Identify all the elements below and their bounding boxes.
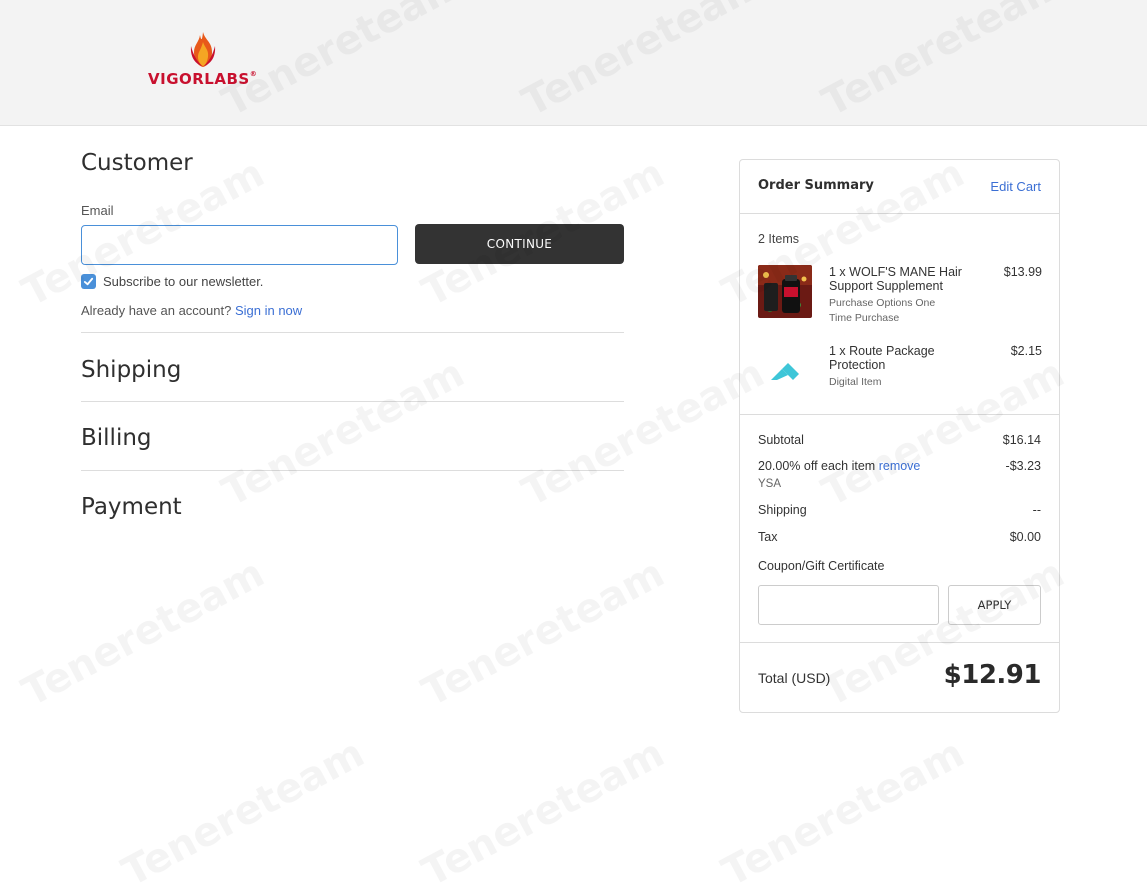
- shipping-label: Shipping: [758, 503, 807, 517]
- watermark-text: Tenereteam: [715, 730, 972, 885]
- sign-in-link[interactable]: Sign in now: [235, 303, 302, 318]
- newsletter-option: Subscribe to our newsletter.: [81, 274, 263, 289]
- item-name: 1 x WOLF'S MANE Hair Support Supplement: [829, 265, 962, 293]
- watermark-text: Tenereteam: [515, 350, 772, 516]
- site-header: VIGORLABS®: [0, 0, 1147, 126]
- order-summary-title: Order Summary: [758, 178, 874, 193]
- divider: [81, 332, 624, 333]
- remove-discount-link[interactable]: remove: [879, 459, 921, 473]
- watermark-text: Tenereteam: [215, 350, 472, 516]
- order-summary: Order Summary Edit Cart 2 Items 1 x WOLF…: [739, 159, 1060, 713]
- continue-button[interactable]: CONTINUE: [415, 224, 624, 264]
- email-field[interactable]: [81, 225, 398, 265]
- total-label: Total (USD): [758, 670, 831, 686]
- discount-label: 20.00% off each item remove: [758, 459, 921, 473]
- coupon-label: Coupon/Gift Certificate: [758, 559, 885, 573]
- items-count: 2 Items: [758, 232, 799, 246]
- product-thumbnail: [758, 265, 812, 318]
- billing-heading: Billing: [81, 425, 152, 451]
- coupon-input[interactable]: [758, 585, 939, 625]
- apply-coupon-button[interactable]: APPLY: [948, 585, 1041, 625]
- divider: [81, 470, 624, 471]
- item-price: $2.15: [1010, 344, 1042, 358]
- newsletter-label: Subscribe to our newsletter.: [103, 274, 264, 289]
- cart-item: 1 x Route Package Protection Digital Ite…: [758, 344, 1042, 394]
- divider: [740, 414, 1059, 415]
- vigorlabs-logo[interactable]: VIGORLABS®: [148, 32, 268, 88]
- tax-value: $0.00: [1009, 530, 1041, 544]
- subtotal-value: $16.14: [1002, 433, 1041, 447]
- divider: [81, 401, 624, 402]
- item-price: $13.99: [1003, 265, 1042, 279]
- newsletter-checkbox[interactable]: [81, 274, 96, 289]
- shipping-value: --: [1032, 503, 1041, 517]
- payment-heading: Payment: [81, 494, 182, 520]
- email-label: Email: [81, 203, 114, 218]
- watermark-text: Tenereteam: [115, 730, 372, 885]
- customer-heading: Customer: [81, 150, 193, 176]
- item-name: 1 x Route Package Protection: [829, 344, 935, 372]
- edit-cart-link[interactable]: Edit Cart: [990, 179, 1041, 194]
- discount-value: -$3.23: [1005, 459, 1041, 473]
- watermark-text: Tenereteam: [415, 730, 672, 885]
- flame-icon: [190, 32, 216, 67]
- item-option: Digital Item: [829, 376, 882, 388]
- discount-code: YSA: [758, 478, 782, 490]
- subtotal-label: Subtotal: [758, 433, 804, 447]
- watermark-text: Tenereteam: [415, 550, 672, 716]
- order-summary-header: Order Summary Edit Cart: [740, 160, 1059, 214]
- checkmark-icon: [83, 277, 94, 286]
- shipping-heading: Shipping: [81, 357, 182, 383]
- item-option: Purchase Options One Time Purchase: [829, 297, 936, 324]
- sign-in-prompt: Already have an account? Sign in now: [81, 303, 303, 318]
- watermark-text: Tenereteam: [15, 550, 272, 716]
- logo-wordmark: VIGORLABS®: [148, 70, 258, 88]
- cart-item: 1 x WOLF'S MANE Hair Support Supplement …: [758, 265, 1042, 325]
- tax-label: Tax: [758, 530, 778, 544]
- route-logo-icon: [758, 344, 812, 397]
- divider: [740, 642, 1059, 643]
- total-value: $12.91: [943, 660, 1042, 690]
